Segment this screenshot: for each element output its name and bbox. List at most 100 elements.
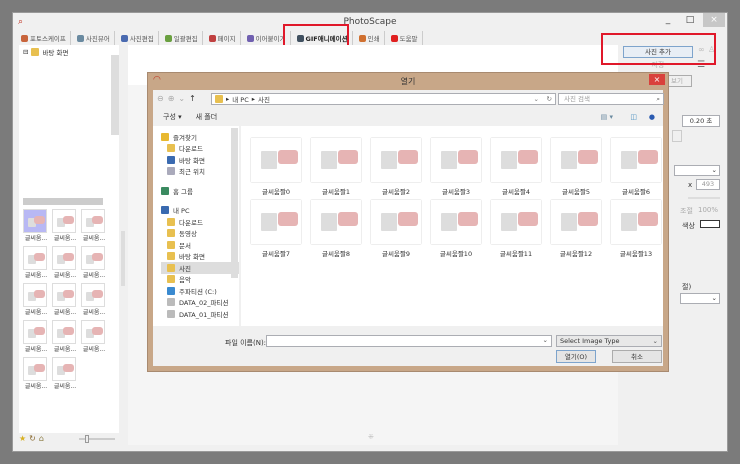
nav-fav-item[interactable]: 바탕 화면 [161, 154, 239, 166]
file-item[interactable]: 글씨움짤2 [371, 138, 431, 196]
splitter-handle[interactable] [121, 231, 125, 286]
left-thumbnail[interactable]: 글씨움... [81, 320, 110, 353]
file-name: 글씨움짤8 [321, 250, 351, 258]
nav-pc[interactable]: 내 PC [161, 205, 239, 217]
view-options-icon[interactable]: ▤ ▾ [601, 113, 613, 121]
tab-3[interactable]: 일괄편집 [161, 31, 203, 45]
file-item[interactable]: 글씨움짤13 [611, 200, 671, 258]
recent-dropdown-icon[interactable]: ⌄ [178, 94, 185, 103]
tab-label: 사진뷰어 [85, 35, 110, 43]
folder-tree[interactable]: ⊟ 바탕 화면 [19, 45, 119, 205]
size-select[interactable]: ⌄ [674, 165, 720, 176]
folder-open-icon[interactable]: ⌂ [39, 434, 44, 443]
up-button[interactable]: ↑ [189, 94, 196, 103]
file-item[interactable]: 글씨움짤0 [251, 138, 311, 196]
file-item[interactable]: 글씨움짤8 [311, 200, 371, 258]
nav-scrollbar[interactable] [231, 128, 238, 278]
tree-scrollbar[interactable] [111, 55, 119, 135]
file-item[interactable]: 글씨움짤5 [551, 138, 611, 196]
nav-pc-item[interactable]: 사진 [161, 262, 239, 274]
zoom-slider[interactable] [79, 435, 115, 443]
left-thumbnail[interactable]: 글씨움... [23, 283, 52, 316]
file-item[interactable]: 글씨움짤10 [431, 200, 491, 258]
left-thumbnail[interactable]: 글씨움... [23, 357, 52, 390]
nav-pc-item[interactable]: 다운로드 [161, 216, 239, 228]
search-input[interactable]: 사진 검색 ⌕ [558, 93, 664, 105]
left-thumbnail[interactable]: 글씨움... [23, 320, 52, 353]
star-icon[interactable]: ★ [19, 434, 26, 443]
nav-pc-item[interactable]: 바탕 화면 [161, 251, 239, 263]
filename-input[interactable]: ⌄ [266, 335, 552, 347]
collapse-icon[interactable]: ⊟ [23, 48, 28, 56]
file-name: 글씨움짤3 [441, 188, 471, 196]
size-slider[interactable] [688, 197, 720, 199]
file-item[interactable]: 글씨움짤9 [371, 200, 431, 258]
file-item[interactable]: 글씨움짤1 [311, 138, 371, 196]
close-button[interactable]: × [703, 13, 725, 27]
address-bar[interactable]: ▸ 내 PC ▸ 사진 ⌄ ↻ [211, 93, 556, 105]
breadcrumb-pc[interactable]: 내 PC [232, 94, 249, 104]
file-item[interactable]: 글씨움짤3 [431, 138, 491, 196]
new-folder-button[interactable]: 새 폴더 [196, 112, 218, 122]
tab-0[interactable]: 포토스케이프 [17, 31, 71, 45]
file-thumbnail [551, 138, 601, 182]
nav-pc-item[interactable]: DATA_01_파티션 [161, 308, 239, 320]
file-item[interactable]: 글씨움짤7 [251, 200, 311, 258]
file-item[interactable]: 글씨움짤11 [491, 200, 551, 258]
tab-2[interactable]: 사진편집 [117, 31, 159, 45]
thumbnail-image [81, 246, 105, 270]
option-select[interactable]: ⌄ [680, 293, 720, 304]
file-name: 글씨움짤13 [619, 250, 653, 258]
file-thumbnail [251, 200, 301, 244]
height-field[interactable]: 493 [696, 179, 720, 190]
file-item[interactable]: 글씨움짤4 [491, 138, 551, 196]
tab-7[interactable]: 인쇄 [355, 31, 385, 45]
left-thumbnail[interactable]: 글씨움... [81, 209, 110, 242]
nav-pc-item[interactable]: 음악 [161, 274, 239, 286]
file-item[interactable]: 글씨움짤12 [551, 200, 611, 258]
preview-pane-icon[interactable]: ◫ [630, 113, 637, 121]
nav-pc-item[interactable]: 주파티션 (C:) [161, 285, 239, 297]
tree-hscrollbar[interactable] [23, 198, 103, 205]
nav-pc-item[interactable]: 동영상 [161, 228, 239, 240]
filetype-select[interactable]: Select Image Type ⌄ [556, 335, 662, 347]
left-thumbnail[interactable]: 글씨움... [52, 357, 81, 390]
open-button[interactable]: 열기(O) [556, 350, 596, 363]
nav-favorites[interactable]: 즐겨찾기 [161, 131, 239, 143]
delay-field[interactable]: 0.20 초 [682, 115, 720, 127]
nav-homegroup[interactable]: 홈 그룹 [161, 185, 239, 197]
left-thumbnail[interactable]: 글씨움... [81, 246, 110, 279]
nav-label: 음악 [179, 276, 191, 285]
small-button[interactable] [672, 130, 682, 142]
help-icon[interactable]: ● [649, 113, 655, 121]
tab-4[interactable]: 페이지 [205, 31, 241, 45]
nav-pc-item[interactable]: DATA_02_파티션 [161, 297, 239, 309]
refresh-icon[interactable]: ↻ [547, 95, 552, 103]
nav-fav-item[interactable]: 다운로드 [161, 143, 239, 155]
tab-1[interactable]: 사진뷰어 [73, 31, 115, 45]
nav-fav-item[interactable]: 최근 위치 [161, 166, 239, 178]
left-thumbnail[interactable]: 글씨움... [23, 209, 52, 242]
back-button[interactable]: ⊖ [157, 94, 164, 103]
forward-button[interactable]: ⊕ [168, 94, 175, 103]
left-thumbnail[interactable]: 글씨움... [52, 320, 81, 353]
maximize-button[interactable]: □ [679, 13, 701, 27]
nav-pc-item[interactable]: 문서 [161, 239, 239, 251]
add-photo-highlight [601, 33, 716, 65]
left-thumbnail[interactable]: 글씨움... [52, 246, 81, 279]
tab-8[interactable]: 도움말 [387, 31, 423, 45]
breadcrumb-photos[interactable]: 사진 [258, 94, 270, 104]
left-thumbnail[interactable]: 글씨움... [23, 246, 52, 279]
dialog-close-button[interactable]: × [649, 74, 665, 85]
tree-item-desktop[interactable]: 바탕 화면 [42, 47, 68, 57]
file-item[interactable]: 글씨움짤6 [611, 138, 671, 196]
minimize-button[interactable]: _ [657, 13, 679, 27]
thumbnail-label: 글씨움... [24, 383, 48, 390]
rotate-icon[interactable]: ↻ [29, 434, 36, 443]
color-picker[interactable] [700, 220, 720, 228]
left-thumbnail[interactable]: 글씨움... [81, 283, 110, 316]
left-thumbnail[interactable]: 글씨움... [52, 283, 81, 316]
left-thumbnail[interactable]: 글씨움... [52, 209, 81, 242]
cancel-button[interactable]: 취소 [612, 350, 662, 363]
organize-button[interactable]: 구성 ▾ [163, 112, 182, 122]
